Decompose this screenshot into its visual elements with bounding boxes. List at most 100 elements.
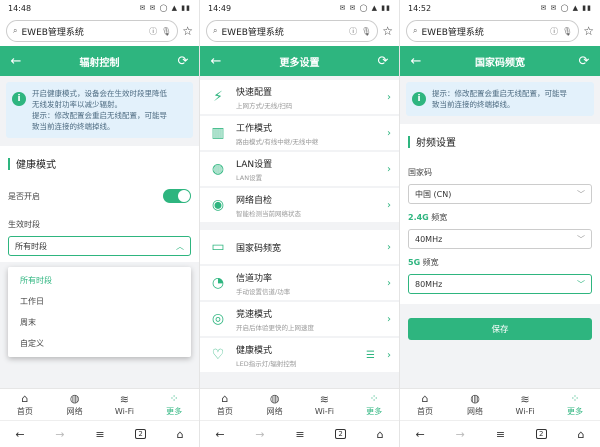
period-select[interactable]: 所有时段 ︿ xyxy=(8,236,191,256)
menu-item-subtitle: 开启后体验更快的上网速度 xyxy=(236,323,314,332)
band24-select[interactable]: 40MHz ﹀ xyxy=(408,229,592,249)
nav-forward-icon[interactable]: → xyxy=(55,428,64,441)
bottom-tab-bar: ⌂ 首页 ◍ 网络 ≋ Wi-Fi ⁘ 更多 xyxy=(0,388,199,420)
mic-icon[interactable]: 🎙 xyxy=(361,27,371,36)
tab-home[interactable]: ⌂ 首页 xyxy=(0,389,50,420)
notice-line: 开启健康模式，设备会在生效时段里降低 xyxy=(32,89,167,98)
menu-item-lan-settings[interactable]: ◍ LAN设置 LAN设置 › xyxy=(200,152,399,186)
tab-more[interactable]: ⁘ 更多 xyxy=(550,389,600,420)
nav-forward-icon[interactable]: → xyxy=(255,428,264,441)
bookmark-star-icon[interactable]: ☆ xyxy=(182,24,193,38)
info-icon[interactable]: ⓘ xyxy=(550,26,558,37)
section-accent-bar xyxy=(8,157,10,170)
save-button[interactable]: 保存 xyxy=(408,318,592,340)
status-icons: ✉ ✉ ◯ ▲ ▮▮ xyxy=(540,4,592,12)
section-title-text: 射频设置 xyxy=(416,138,456,149)
menu-item-health-mode[interactable]: ♡ 健康模式 LED指示灯/辐射控制 ☰ › xyxy=(200,338,399,372)
url-field[interactable]: ⌕ EWEB管理系统 ⓘ 🎙 xyxy=(406,20,580,42)
band24-select-value: 40MHz xyxy=(415,234,443,244)
bookmark-star-icon[interactable]: ☆ xyxy=(583,24,594,38)
menu-item-race-mode[interactable]: ◎ 竞速模式 开启后体验更快的上网速度 › xyxy=(200,302,399,336)
tab-home[interactable]: ⌂ 首页 xyxy=(200,389,250,420)
section-accent-bar xyxy=(408,135,410,148)
bookmark-star-icon[interactable]: ☆ xyxy=(382,24,393,38)
nav-back-icon[interactable]: ← xyxy=(415,428,424,441)
refresh-icon[interactable]: ⟳ xyxy=(175,54,191,69)
menu-item-subtitle: LED指示灯/辐射控制 xyxy=(236,359,297,368)
notice-line: 提示：修改配置会重启无线配置，可能导 xyxy=(432,89,567,98)
menu-item-work-mode[interactable]: ▥ 工作模式 路由模式/有线中继/无线中继 › xyxy=(200,116,399,150)
info-icon[interactable]: ⓘ xyxy=(349,26,357,37)
tab-network[interactable]: ◍ 网络 xyxy=(450,389,500,420)
mic-icon[interactable]: 🎙 xyxy=(161,27,171,36)
nav-back-icon[interactable]: ← xyxy=(215,428,224,441)
section-title-text: 健康模式 xyxy=(16,160,56,171)
home-icon[interactable]: ⌂ xyxy=(577,428,584,441)
browser-nav-bar: ← → ≡ 2 ⌂ xyxy=(0,420,199,447)
tab-wifi[interactable]: ≋ Wi-Fi xyxy=(100,389,150,420)
back-arrow-icon[interactable]: ← xyxy=(8,54,24,69)
dropdown-option[interactable]: 自定义 xyxy=(8,333,191,354)
tab-label: 首页 xyxy=(16,406,33,416)
url-text: EWEB管理系统 xyxy=(221,27,284,38)
dropdown-option[interactable]: 所有时段 xyxy=(8,270,191,291)
dropdown-option[interactable]: 工作日 xyxy=(8,291,191,312)
section-title: 射频设置 xyxy=(400,124,600,159)
back-arrow-icon[interactable]: ← xyxy=(208,54,224,69)
notice-box: i 提示：修改配置会重启无线配置，可能导 致当前连接的终端掉线。 xyxy=(406,82,594,116)
chevron-right-icon: › xyxy=(387,349,391,361)
tab-more[interactable]: ⁘ 更多 xyxy=(349,389,399,420)
menu-item-title: 国家码频宽 xyxy=(236,243,282,254)
url-field[interactable]: ⌕ EWEB管理系统 ⓘ 🎙 xyxy=(206,20,379,42)
tab-network[interactable]: ◍ 网络 xyxy=(50,389,100,420)
menu-item-network-check[interactable]: ◉ 网络自检 智能检测当前网络状态 › xyxy=(200,188,399,222)
gauge-icon: ◔ xyxy=(211,275,225,291)
band5-label: 5G 频宽 xyxy=(408,249,592,274)
dropdown-option[interactable]: 周末 xyxy=(8,312,191,333)
globe-icon: ◍ xyxy=(69,391,80,405)
page-title: 国家码频宽 xyxy=(475,57,525,69)
menu-icon[interactable]: ≡ xyxy=(496,428,505,441)
menu-icon[interactable]: ≡ xyxy=(295,428,304,441)
menu-item-title: 信道功率 xyxy=(236,273,273,284)
home-icon: ⌂ xyxy=(421,391,429,405)
home-icon[interactable]: ⌂ xyxy=(177,428,184,441)
chevron-down-icon: ﹀ xyxy=(577,234,585,244)
nav-back-icon[interactable]: ← xyxy=(15,428,24,441)
url-text: EWEB管理系统 xyxy=(421,27,484,38)
tab-count[interactable]: 2 xyxy=(335,429,346,439)
tab-home[interactable]: ⌂ 首页 xyxy=(400,389,450,420)
tab-more[interactable]: ⁘ 更多 xyxy=(149,389,199,420)
router-icon: ▥ xyxy=(211,125,225,141)
tab-wifi[interactable]: ≋ Wi-Fi xyxy=(300,389,350,420)
menu-item-quick-config[interactable]: ⚡ 快速配置 上网方式/无线/扫码 › xyxy=(200,80,399,114)
refresh-icon[interactable]: ⟳ xyxy=(375,54,391,69)
tab-count[interactable]: 2 xyxy=(536,429,547,439)
monitor-icon: ▭ xyxy=(211,239,225,255)
tab-wifi[interactable]: ≋ Wi-Fi xyxy=(500,389,550,420)
more-icon: ⁘ xyxy=(570,391,580,405)
home-icon[interactable]: ⌂ xyxy=(377,428,384,441)
tab-count[interactable]: 2 xyxy=(135,429,146,439)
period-label: 生效时段 xyxy=(8,220,40,229)
menu-icon[interactable]: ≡ xyxy=(95,428,104,441)
tab-network[interactable]: ◍ 网络 xyxy=(250,389,300,420)
band5-select-value: 80MHz xyxy=(415,279,443,289)
refresh-icon[interactable]: ⟳ xyxy=(576,54,592,69)
menu-item-channel-power[interactable]: ◔ 信道功率 手动设置信道/功率 › xyxy=(200,266,399,300)
enable-toggle[interactable] xyxy=(163,189,191,203)
chevron-right-icon: › xyxy=(387,127,391,139)
country-select[interactable]: 中国 (CN) ﹀ xyxy=(408,184,592,204)
url-field[interactable]: ⌕ EWEB管理系统 ⓘ 🎙 xyxy=(6,20,179,42)
info-icon[interactable]: ⓘ xyxy=(149,26,157,37)
page-title: 辐射控制 xyxy=(79,57,120,69)
chevron-right-icon: › xyxy=(387,163,391,175)
back-arrow-icon[interactable]: ← xyxy=(408,54,424,69)
band5-select[interactable]: 80MHz ﹀ xyxy=(408,274,592,294)
screen-more-settings: 14:49 ✉ ✉ ◯ ▲ ▮▮ ⌕ EWEB管理系统 ⓘ 🎙 ☆ ← 更多设置… xyxy=(200,0,400,447)
menu-item-country-bandwidth[interactable]: ▭ 国家码频宽 › xyxy=(200,230,399,264)
mic-icon[interactable]: 🎙 xyxy=(562,27,572,36)
nav-forward-icon[interactable]: → xyxy=(456,428,465,441)
browser-url-bar: ⌕ EWEB管理系统 ⓘ 🎙 ☆ xyxy=(400,16,600,46)
notice-line: 致当前连接的终端掉线。 xyxy=(432,100,515,109)
